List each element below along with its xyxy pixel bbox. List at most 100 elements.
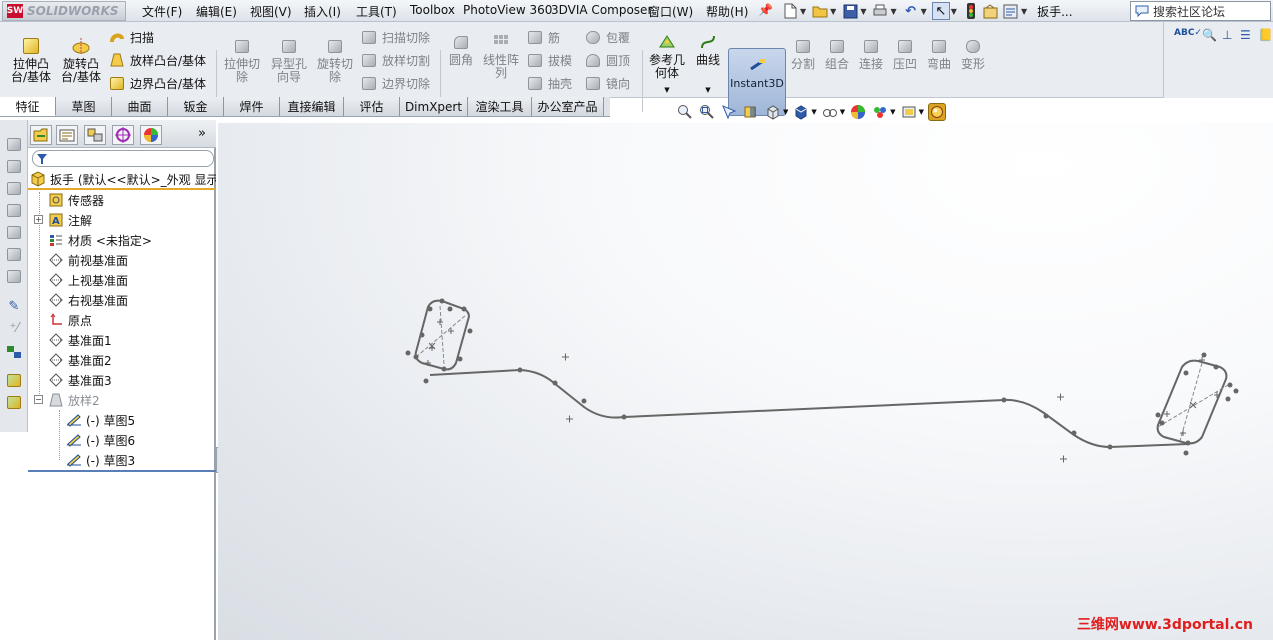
revolve-boss-button[interactable]: 旋转凸 台/基体 — [58, 36, 104, 84]
sketch-pencil-icon[interactable]: ✎ — [5, 298, 23, 314]
lofted-cut-button[interactable]: 放样切割 — [360, 50, 430, 70]
configurationmanager-tab-icon[interactable] — [84, 125, 106, 145]
menu-insert[interactable]: 插入(I) — [304, 3, 341, 20]
right-view-icon[interactable] — [5, 202, 23, 218]
menu-photoview[interactable]: PhotoView 360 — [463, 3, 552, 17]
section-view-icon[interactable] — [742, 103, 760, 121]
curves-button[interactable]: 曲线 ▼ — [692, 32, 724, 97]
revolve-cut-button[interactable]: 旋转切 除 — [314, 36, 356, 84]
realview-icon[interactable] — [927, 103, 946, 121]
new-dropdown-icon[interactable]: ▼ — [800, 7, 806, 16]
open-folder-icon[interactable] — [811, 2, 829, 20]
spell-check-icon[interactable]: ABC✓ — [1174, 28, 1202, 38]
display-style-icon[interactable] — [792, 103, 810, 121]
relations-icon[interactable] — [5, 344, 23, 360]
expand-panel-icon[interactable]: » — [198, 126, 206, 141]
isometric-view-icon[interactable] — [5, 268, 23, 284]
back-view-icon[interactable] — [5, 158, 23, 174]
tab-surfaces[interactable]: 曲面 — [112, 97, 168, 116]
display-style-dropdown-icon[interactable]: ▼ — [811, 108, 816, 116]
indent-button[interactable]: 压凹 — [890, 36, 920, 71]
hide-show-items-icon[interactable] — [821, 103, 839, 121]
save-dropdown-icon[interactable]: ▼ — [860, 7, 866, 16]
menu-edit[interactable]: 编辑(E) — [196, 3, 237, 20]
apply-scene-icon[interactable] — [871, 103, 889, 121]
undo-icon[interactable]: ↶ — [902, 2, 920, 20]
combine-button[interactable]: 组合 — [822, 36, 852, 71]
tab-dimxpert[interactable]: DimXpert — [400, 97, 468, 116]
solidworks-logo[interactable]: SW SOLIDWORKS — [2, 1, 126, 21]
zoom-to-area-icon[interactable] — [698, 103, 716, 121]
front-view-icon[interactable] — [5, 136, 23, 152]
tree-item-plane3[interactable]: 基准面3 — [48, 370, 112, 390]
left-view-icon[interactable] — [5, 180, 23, 196]
deform-button[interactable]: 变形 — [958, 36, 988, 71]
tree-filter-input[interactable] — [32, 150, 214, 167]
previous-view-icon[interactable] — [720, 103, 738, 121]
search-input[interactable]: 搜索社区论坛 — [1130, 1, 1271, 21]
tab-features[interactable]: 特征 — [0, 97, 56, 116]
shell-button[interactable]: 抽壳 — [526, 73, 572, 93]
datum-icon[interactable]: ☰ — [1240, 28, 1251, 42]
tab-sheet-metal[interactable]: 钣金 — [168, 97, 224, 116]
tab-evaluate[interactable]: 评估 — [344, 97, 400, 116]
menu-3dvia[interactable]: 3DVIA Composer — [551, 3, 652, 17]
tree-item-right-plane[interactable]: 右视基准面 — [48, 290, 128, 310]
sketch-canvas[interactable] — [218, 123, 1273, 640]
boundary-boss-button[interactable]: 边界凸台/基体 — [108, 73, 206, 93]
select-dropdown-icon[interactable]: ▼ — [951, 7, 957, 16]
tree-item-plane1[interactable]: 基准面1 — [48, 330, 112, 350]
bottom-view-icon[interactable] — [5, 246, 23, 262]
new-document-icon[interactable] — [781, 2, 799, 20]
swept-cut-button[interactable]: 扫描切除 — [360, 27, 430, 47]
extrude-cut-button[interactable]: 拉伸切 除 — [220, 36, 264, 84]
rib-button[interactable]: 筋 — [526, 27, 560, 47]
undo-dropdown-icon[interactable]: ▼ — [921, 7, 927, 16]
tree-item-sketch6[interactable]: (-) 草图6 — [66, 430, 135, 450]
part-root-item[interactable]: 扳手 (默认<<默认>_外观 显示 — [28, 170, 216, 190]
menu-window[interactable]: 窗口(W) — [648, 3, 693, 20]
curves-dropdown-icon[interactable]: ▼ — [692, 84, 724, 97]
propertymanager-tab-icon[interactable] — [56, 125, 78, 145]
tree-item-sensors[interactable]: 传感器 — [48, 190, 104, 210]
mirror-button[interactable]: 镜向 — [584, 73, 630, 93]
dome-button[interactable]: 圆顶 — [584, 50, 630, 70]
loft-collapse-icon[interactable]: − — [34, 395, 43, 404]
tab-direct-editing[interactable]: 直接编辑 — [280, 97, 344, 116]
flex-button[interactable]: 弯曲 — [924, 36, 954, 71]
tab-weldments[interactable]: 焊件 — [224, 97, 280, 116]
tab-sketch[interactable]: 草图 — [56, 97, 112, 116]
boundary-cut-button[interactable]: 边界切除 — [360, 73, 430, 93]
graphics-area[interactable]: 三维网www.3dportal.cn — [218, 123, 1273, 640]
format-painter-icon[interactable]: 🔍 — [1202, 28, 1217, 42]
hole-wizard-button[interactable]: 异型孔 向导 — [266, 36, 312, 84]
sketch-profile-right[interactable] — [1156, 359, 1228, 445]
hide-show-dropdown-icon[interactable]: ▼ — [840, 108, 845, 116]
join-button[interactable]: 连接 — [856, 36, 886, 71]
print-dropdown-icon[interactable]: ▼ — [890, 7, 896, 16]
view-settings-icon[interactable] — [900, 103, 918, 121]
traffic-light-icon[interactable] — [962, 2, 980, 20]
displaymanager-tab-icon[interactable] — [140, 125, 162, 145]
dimxpertmanager-tab-icon[interactable] — [112, 125, 134, 145]
save-icon[interactable] — [841, 2, 859, 20]
pin-icon[interactable]: 📌 — [758, 3, 773, 17]
menu-file[interactable]: 文件(F) — [142, 3, 182, 20]
tree-item-sketch3[interactable]: (-) 草图3 — [66, 450, 135, 470]
tree-item-front-plane[interactable]: 前视基准面 — [48, 250, 128, 270]
loft-boss-button[interactable]: 放样凸台/基体 — [108, 50, 206, 70]
reference-geometry-button[interactable]: 参考几 何体 ▼ — [646, 32, 688, 97]
tree-item-material[interactable]: 材质 <未指定> — [48, 230, 152, 250]
draft-button[interactable]: 拔模 — [526, 50, 572, 70]
fillet-button[interactable]: 圆角 — [444, 32, 478, 67]
note-icon[interactable]: 📒 — [1258, 28, 1273, 42]
rollback-bar[interactable] — [28, 470, 216, 472]
options-dropdown-icon[interactable]: ▼ — [1021, 7, 1027, 16]
tree-item-sketch5[interactable]: (-) 草图5 — [66, 410, 135, 430]
open-dropdown-icon[interactable]: ▼ — [830, 7, 836, 16]
sweep-button[interactable]: 扫描 — [108, 27, 154, 47]
print-icon[interactable] — [871, 2, 889, 20]
tab-office-products[interactable]: 办公室产品 — [532, 97, 604, 116]
top-view-icon[interactable] — [5, 224, 23, 240]
balloon-icon[interactable]: ⊥ — [1222, 28, 1232, 42]
